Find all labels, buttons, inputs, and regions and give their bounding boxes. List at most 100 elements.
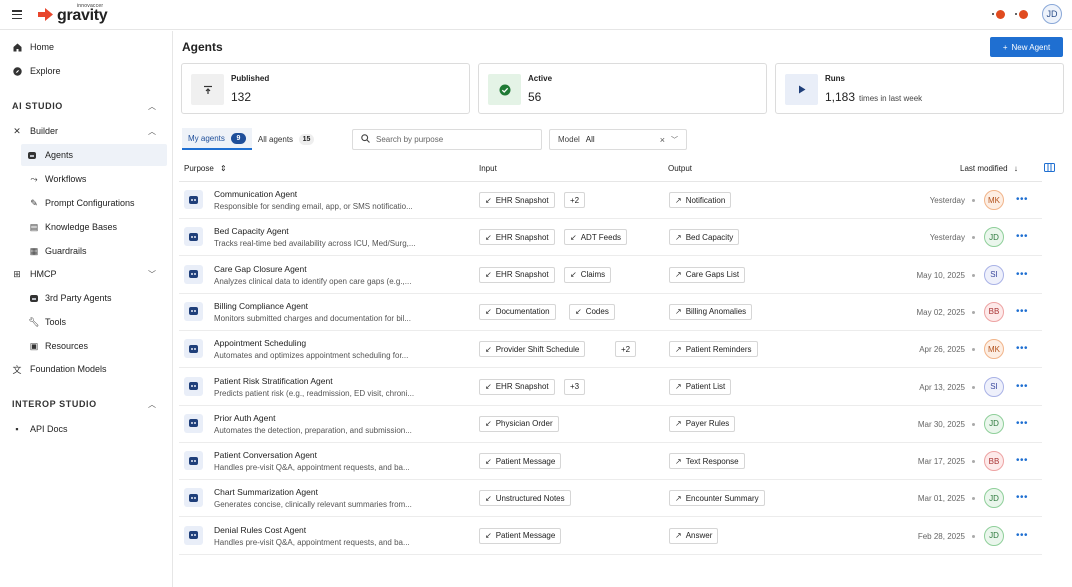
more-options-icon[interactable]: ••• <box>1016 343 1028 354</box>
more-options-icon[interactable]: ••• <box>1016 492 1028 503</box>
agent-name[interactable]: Patient Conversation Agent <box>214 450 317 460</box>
guardrails-icon: ▦ <box>29 245 39 256</box>
more-inputs-chip[interactable]: +2 <box>615 341 637 358</box>
sidebar-item-prompt-configurations[interactable]: ✎ Prompt Configurations <box>0 192 172 214</box>
table-row[interactable]: Patient Risk Stratification Agent Predict… <box>179 369 1042 406</box>
user-avatar[interactable]: JD <box>1042 4 1062 24</box>
sidebar-item-agents[interactable]: Agents <box>21 144 167 166</box>
more-options-icon[interactable]: ••• <box>1016 381 1028 392</box>
column-last-modified[interactable]: Last modified ↓ <box>960 164 1018 173</box>
table-row[interactable]: Prior Auth Agent Automates the detection,… <box>179 406 1042 443</box>
chevron-up-icon[interactable]: ︿ <box>148 399 156 410</box>
table-row[interactable]: Bed Capacity Agent Tracks real-time bed a… <box>179 219 1042 257</box>
agent-icon <box>184 301 203 321</box>
table-row[interactable]: Care Gap Closure Agent Analyzes clinical … <box>179 257 1042 294</box>
agent-description: Automates the detection, preparation, an… <box>214 425 412 435</box>
owner-avatar[interactable]: JD <box>984 525 1004 546</box>
logo[interactable]: innovaccer gravity <box>37 4 108 24</box>
column-output: Output <box>668 164 693 173</box>
output-chip: ↗ Bed Capacity <box>669 229 740 246</box>
more-options-icon[interactable]: ••• <box>1016 194 1028 205</box>
input-chip: ↙ EHR Snapshot <box>479 192 555 208</box>
clear-icon[interactable]: × <box>660 135 665 145</box>
owner-avatar[interactable]: JD <box>984 227 1004 248</box>
arrow-in-icon: ↙ <box>485 382 492 391</box>
model-filter[interactable]: Model All × ﹀ <box>549 129 687 150</box>
alert-icon[interactable] <box>1015 9 1028 19</box>
more-options-icon[interactable]: ••• <box>1016 418 1028 429</box>
agent-name[interactable]: Appointment Scheduling <box>214 338 306 348</box>
owner-avatar[interactable]: SI <box>984 376 1004 397</box>
owner-avatar[interactable]: BB <box>984 301 1004 322</box>
owner-avatar[interactable]: MK <box>984 339 1004 360</box>
sidebar-item-tools[interactable]: 🔧︎ Tools <box>0 311 172 333</box>
more-inputs-chip[interactable]: +3 <box>564 378 586 395</box>
sidebar-item-explore[interactable]: Explore <box>0 60 172 82</box>
table-row[interactable]: Appointment Scheduling Automates and opti… <box>179 331 1042 369</box>
tab-my-agents[interactable]: My agents 9 <box>182 128 252 150</box>
agent-name[interactable]: Communication Agent <box>214 189 297 199</box>
output-chip: ↗ Encounter Summary <box>669 490 765 507</box>
arrow-in-icon: ↙ <box>485 456 492 466</box>
columns-icon[interactable] <box>1044 163 1055 174</box>
owner-avatar[interactable]: SI <box>984 264 1004 285</box>
agent-name[interactable]: Chart Summarization Agent <box>214 487 318 497</box>
translate-icon: 文 <box>12 364 22 375</box>
stat-card-runs[interactable]: Runs 1,183 times in last week <box>775 63 1064 114</box>
section-ai-studio[interactable]: AI STUDIO <box>12 101 63 111</box>
arrow-out-icon: ↗ <box>675 382 682 391</box>
section-interop-studio[interactable]: INTEROP STUDIO <box>12 399 97 409</box>
stat-card-published[interactable]: Published 132 <box>181 63 470 114</box>
sidebar-item-knowledge-bases[interactable]: ▤ Knowledge Bases <box>0 216 172 238</box>
sidebar-item-label: Knowledge Bases <box>45 222 118 232</box>
agent-description: Tracks real-time bed availability across… <box>214 239 416 249</box>
agent-icon <box>184 413 203 433</box>
agent-name[interactable]: Patient Risk Stratification Agent <box>214 376 333 386</box>
notification-icon[interactable] <box>992 9 1005 19</box>
more-options-icon[interactable]: ••• <box>1016 530 1028 541</box>
sidebar-item-3rd-party-agents[interactable]: 3rd Party Agents <box>0 287 172 309</box>
sidebar-item-label: Tools <box>45 317 67 327</box>
chevron-down-icon[interactable]: ﹀ <box>671 135 678 145</box>
sidebar-item-home[interactable]: Home <box>0 36 172 58</box>
table-row[interactable]: Patient Conversation Agent Handles pre-vi… <box>179 443 1042 481</box>
input-chip: ↙ Physician Order <box>479 415 559 432</box>
more-options-icon[interactable]: ••• <box>1016 306 1028 317</box>
sidebar-item-hmcp[interactable]: ⊞ HMCP ﹀ <box>0 263 172 285</box>
stat-card-active[interactable]: Active 56 <box>478 63 767 114</box>
table-row[interactable]: Billing Compliance Agent Monitors submitt… <box>179 294 1042 331</box>
search-input[interactable]: Search by purpose <box>352 129 542 150</box>
stat-label: Active <box>528 74 553 83</box>
sidebar-item-api-docs[interactable]: ▪ API Docs <box>0 418 172 440</box>
column-purpose[interactable]: Purpose ⇕ <box>184 164 227 173</box>
table-row[interactable]: Chart Summarization Agent Generates conci… <box>179 480 1042 518</box>
owner-avatar[interactable]: BB <box>984 451 1004 472</box>
table-row[interactable]: Communication Agent Responsible for sendi… <box>179 182 1042 219</box>
tab-all-agents[interactable]: All agents 15 <box>252 128 320 150</box>
more-options-icon[interactable]: ••• <box>1016 231 1028 242</box>
agent-name[interactable]: Prior Auth Agent <box>214 413 275 423</box>
more-inputs-chip[interactable]: +2 <box>564 192 586 208</box>
separator-dot <box>972 310 975 314</box>
table-row[interactable]: Denial Rules Cost Agent Handles pre-visit… <box>179 518 1042 555</box>
chevron-up-icon[interactable]: ︿ <box>148 101 156 112</box>
agent-name[interactable]: Care Gap Closure Agent <box>214 264 307 274</box>
separator-dot <box>972 497 975 501</box>
more-options-icon[interactable]: ••• <box>1016 269 1028 280</box>
menu-icon[interactable] <box>12 10 22 19</box>
new-agent-button[interactable]: + New Agent <box>990 37 1063 57</box>
sidebar-item-guardrails[interactable]: ▦ Guardrails <box>0 240 172 262</box>
column-input: Input <box>479 164 497 173</box>
agent-name[interactable]: Billing Compliance Agent <box>214 301 308 311</box>
sidebar-item-workflows[interactable]: ⤳ Workflows <box>0 168 172 190</box>
last-modified-date: Yesterday <box>929 196 965 205</box>
agent-name[interactable]: Denial Rules Cost Agent <box>214 525 306 535</box>
owner-avatar[interactable]: JD <box>984 488 1004 509</box>
owner-avatar[interactable]: MK <box>984 190 1004 210</box>
owner-avatar[interactable]: JD <box>984 413 1004 434</box>
sidebar-item-resources[interactable]: ▣ Resources <box>0 335 172 357</box>
more-options-icon[interactable]: ••• <box>1016 455 1028 466</box>
agent-name[interactable]: Bed Capacity Agent <box>214 226 289 236</box>
sidebar-item-builder[interactable]: ✕ Builder ︿ <box>0 120 172 142</box>
sidebar-item-foundation-models[interactable]: 文 Foundation Models <box>0 358 172 380</box>
